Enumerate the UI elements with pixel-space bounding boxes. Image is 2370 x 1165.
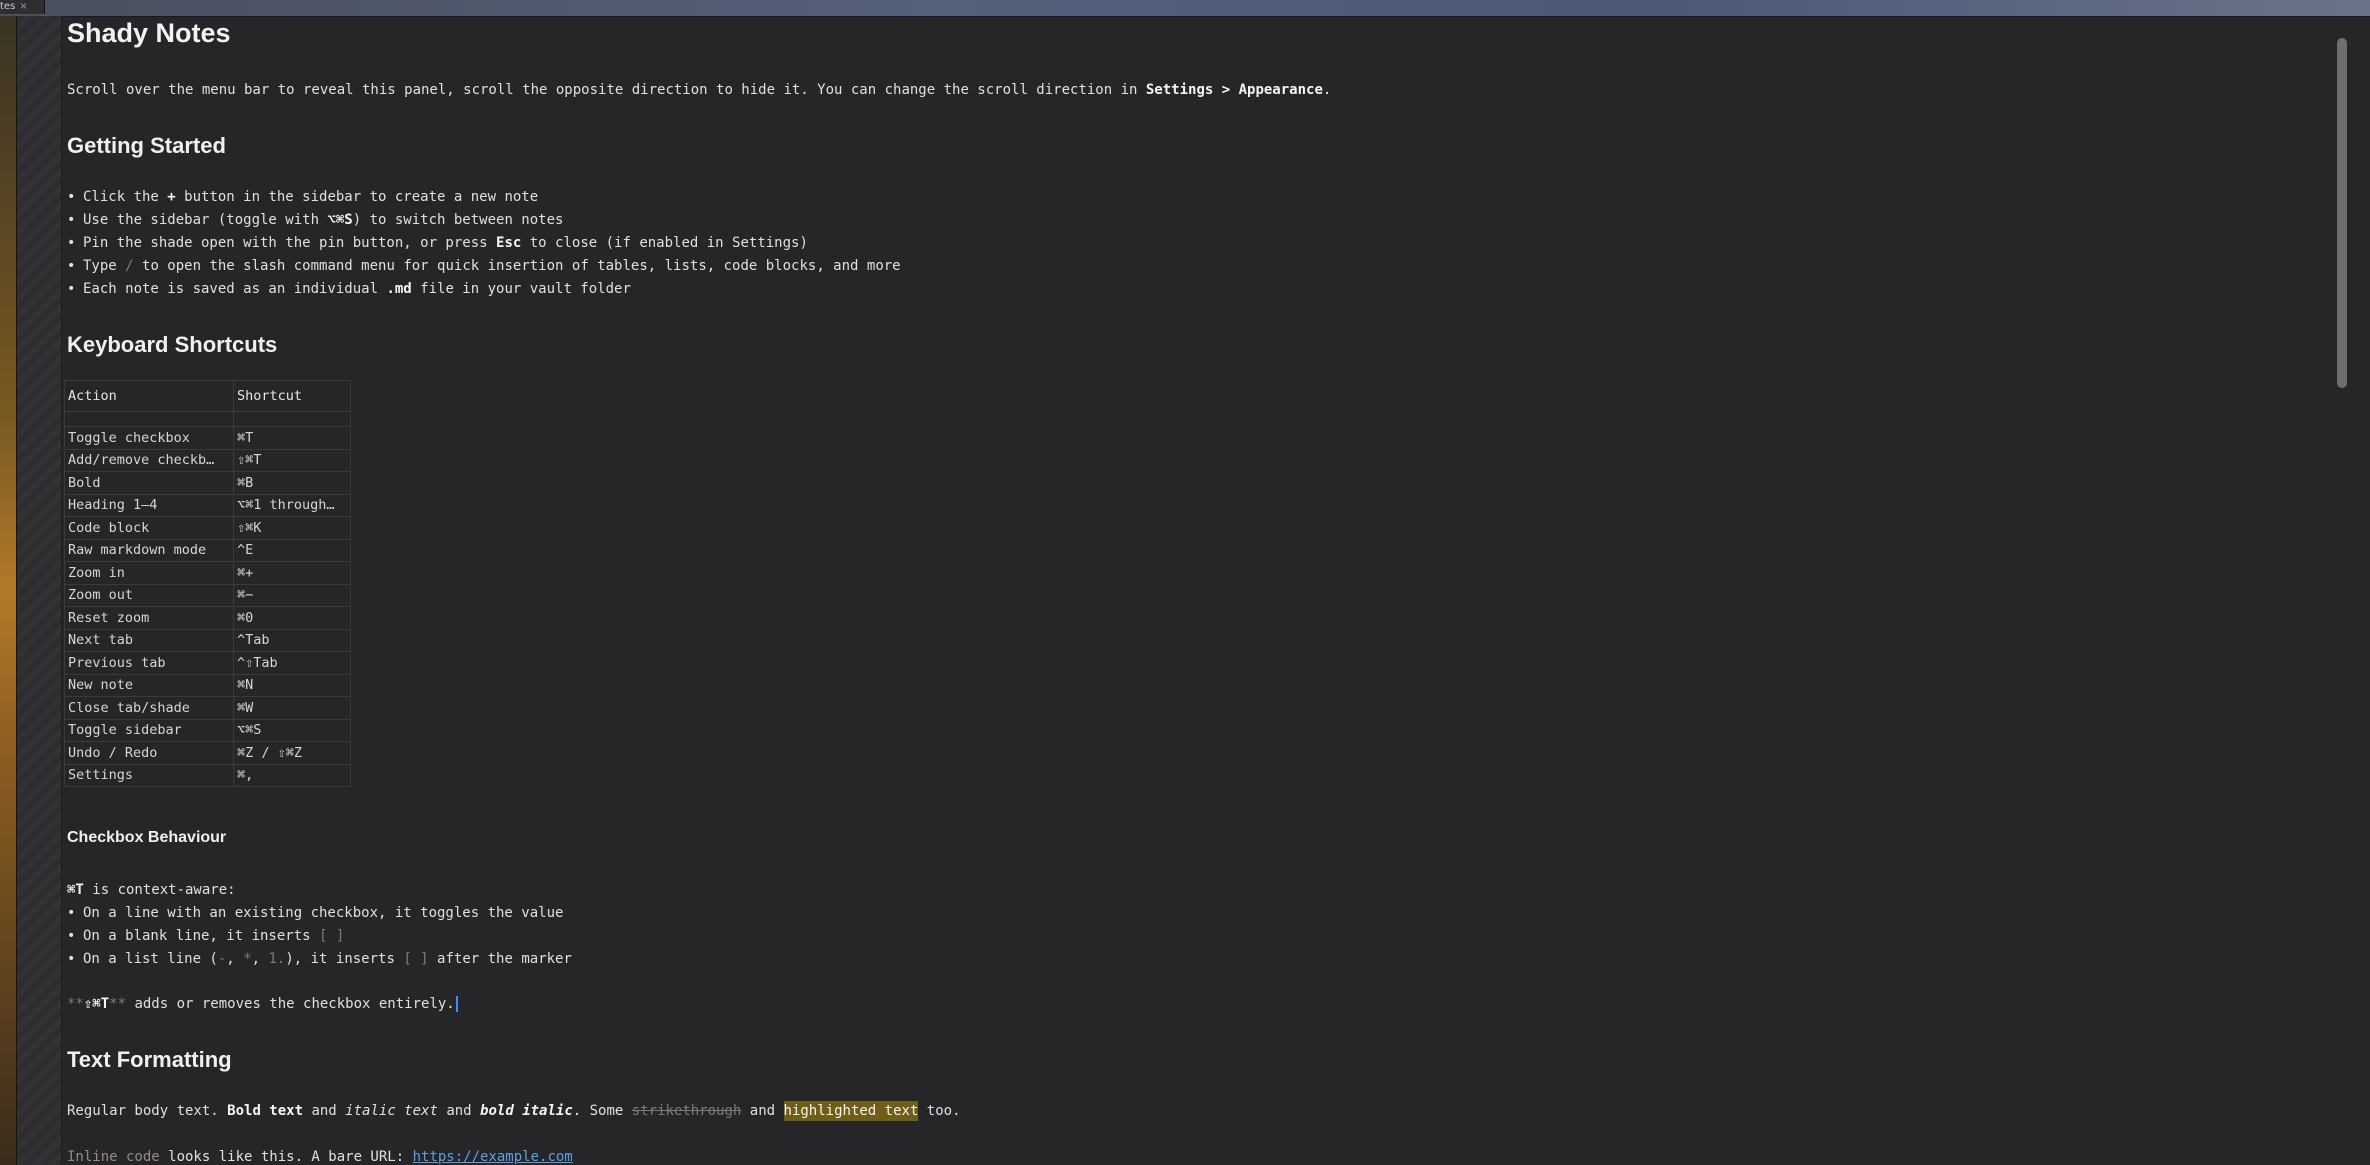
table-row: Code block ⇧⌘K xyxy=(64,516,351,540)
column-header-action: Action xyxy=(64,380,234,412)
list-item: • Use the sidebar (toggle with ⌥⌘S) to sw… xyxy=(67,212,564,228)
table-row: Zoom out ⌘− xyxy=(64,583,351,607)
shortcuts-table: Action Shortcut Toggle checkbox ⌘T Add/re… xyxy=(64,380,351,787)
table-row: New note ⌘N xyxy=(64,673,351,697)
sidebar-collapsed[interactable] xyxy=(16,16,62,1165)
list-item: • On a blank line, it inserts [ ] xyxy=(67,928,345,944)
table-row: Heading 1–4 ⌥⌘1 through… xyxy=(64,493,351,517)
table-row: Add/remove checkb… ⇧⌘T xyxy=(64,448,351,472)
table-row: Undo / Redo ⌘Z / ⇧⌘Z xyxy=(64,741,351,765)
table-row: Next tab ^Tab xyxy=(64,628,351,652)
note-tab-label: tes xyxy=(0,1,16,12)
list-item: • On a list line (-, *, 1.), it inserts [… xyxy=(67,951,572,967)
table-row: Zoom in ⌘+ xyxy=(64,561,351,585)
list-item: • Click the + button in the sidebar to cr… xyxy=(67,189,539,205)
table-row: Bold ⌘B xyxy=(64,471,351,495)
heading-text-formatting: Text Formatting xyxy=(67,1047,232,1072)
checkbox-lead: ⌘T is context-aware: xyxy=(67,882,236,898)
menu-bar: tes × xyxy=(0,0,2370,17)
url-link[interactable]: https://example.com xyxy=(413,1149,573,1165)
formatting-paragraph: Regular body text. Bold text and italic … xyxy=(67,1101,961,1121)
highlighted-text: highlighted text xyxy=(783,1101,919,1121)
heading-getting-started: Getting Started xyxy=(67,133,226,158)
text-cursor xyxy=(455,996,458,1012)
table-row: Raw markdown mode ^E xyxy=(64,538,351,562)
inline-code-paragraph: Inline code looks like this. A bare URL:… xyxy=(67,1149,573,1165)
note-tab[interactable]: tes × xyxy=(0,0,45,14)
list-item: • Type / to open the slash command menu f… xyxy=(67,258,901,274)
table-row: Close tab/shade ⌘W xyxy=(64,696,351,720)
scrollbar-thumb[interactable] xyxy=(2337,38,2347,388)
table-row: Previous tab ^⇧Tab xyxy=(64,651,351,675)
list-item: • Pin the shade open with the pin button,… xyxy=(67,235,808,251)
raw-markdown-line[interactable]: **⇧⌘T** adds or removes the checkbox ent… xyxy=(67,996,458,1012)
table-row: Toggle checkbox ⌘T xyxy=(64,426,351,450)
table-row: Settings ⌘, xyxy=(64,763,351,787)
settings-path: Settings > Appearance xyxy=(1145,82,1323,98)
desktop-background xyxy=(0,16,16,1165)
table-header-row: Action Shortcut xyxy=(64,380,351,412)
column-header-shortcut: Shortcut xyxy=(233,380,351,412)
table-row: Toggle sidebar ⌥⌘S xyxy=(64,718,351,742)
editor[interactable]: Shady Notes Scroll over the menu bar to … xyxy=(61,16,2351,1165)
page-title: Shady Notes xyxy=(67,18,231,48)
list-item: • Each note is saved as an individual .md… xyxy=(67,281,631,297)
table-spacer-row xyxy=(64,411,351,427)
list-item: • On a line with an existing checkbox, it… xyxy=(67,905,564,921)
heading-keyboard-shortcuts: Keyboard Shortcuts xyxy=(67,332,278,357)
table-row: Reset zoom ⌘0 xyxy=(64,606,351,630)
intro-paragraph: Scroll over the menu bar to reveal this … xyxy=(67,82,1332,98)
heading-checkbox-behaviour: Checkbox Behaviour xyxy=(67,829,227,846)
close-icon[interactable]: × xyxy=(19,1,27,12)
